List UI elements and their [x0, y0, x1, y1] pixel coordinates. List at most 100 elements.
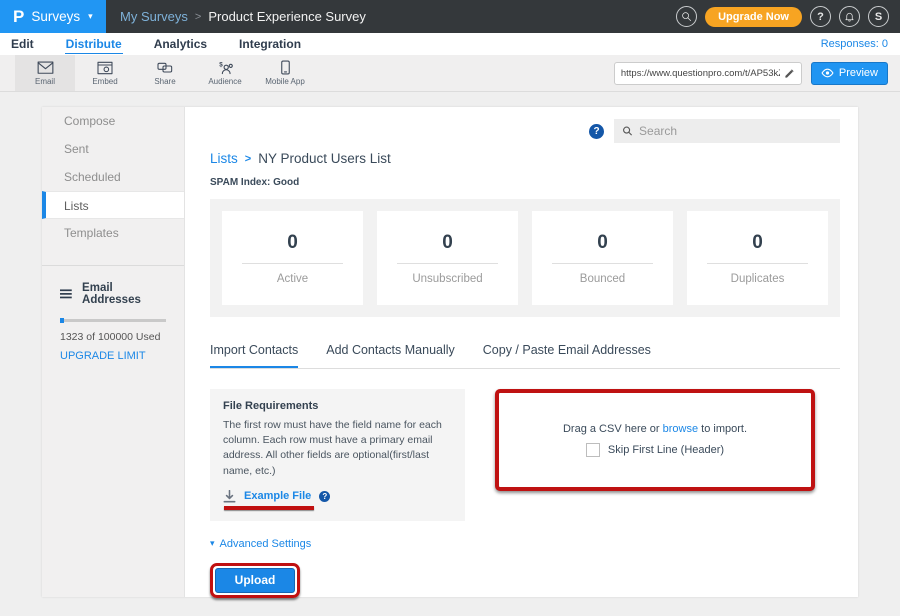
email-sidebar: Compose Sent Scheduled Lists Templates E…: [42, 107, 185, 597]
email-lists-card: Compose Sent Scheduled Lists Templates E…: [42, 107, 858, 597]
stat-label: Bounced: [580, 273, 625, 285]
dropzone-instruction: Drag a CSV here or browse to import.: [563, 423, 747, 435]
sidebar-item-lists[interactable]: Lists: [42, 191, 184, 219]
import-contacts-panel: File Requirements The first row must hav…: [210, 389, 840, 521]
survey-url-text: https://www.questionpro.com/t/AP53kZgfo: [621, 68, 780, 79]
toolbar-item-label: Email: [35, 77, 55, 86]
toolbar-item-audience[interactable]: $ Audience: [195, 55, 255, 91]
breadcrumb-lists-link[interactable]: Lists: [210, 151, 238, 166]
usage-progress-bar: [60, 319, 166, 322]
list-stats-band: 0 Active 0 Unsubscribed 0 Bounced 0: [210, 199, 840, 317]
skip-first-line-label: Skip First Line (Header): [608, 444, 724, 456]
eye-icon: [821, 68, 834, 78]
annotation-red-underline: [224, 506, 314, 510]
list-breadcrumb: Lists > NY Product Users List: [210, 151, 840, 166]
stat-divider: [397, 263, 499, 264]
search-input[interactable]: [639, 124, 832, 138]
topbar-actions: Upgrade Now ? S: [676, 6, 900, 27]
notifications-button[interactable]: [839, 6, 860, 27]
stat-card-duplicates: 0 Duplicates: [687, 211, 828, 305]
skip-first-line-checkbox[interactable]: [586, 443, 600, 457]
account-avatar[interactable]: S: [868, 6, 889, 27]
toolbar-item-label: Mobile App: [265, 77, 305, 86]
breadcrumb-my-surveys[interactable]: My Surveys: [120, 9, 188, 24]
download-icon: [223, 490, 236, 503]
app-logo-block[interactable]: P Surveys ▾: [0, 0, 106, 33]
toolbar-item-label: Embed: [92, 77, 117, 86]
email-addresses-block: Email Addresses 1323 of 100000 Used UPGR…: [42, 266, 184, 362]
stat-card-active: 0 Active: [222, 211, 363, 305]
contextual-help-icon[interactable]: ?: [589, 124, 604, 139]
example-file-row: Example File ?: [223, 490, 452, 503]
sidebar-spacer: [42, 247, 184, 265]
envelope-icon: [37, 61, 54, 75]
chevron-down-icon: ▾: [88, 11, 93, 22]
toolbar-item-embed[interactable]: Embed: [75, 55, 135, 91]
email-addresses-title: Email Addresses: [82, 282, 168, 306]
preview-button[interactable]: Preview: [811, 62, 888, 85]
stat-value: 0: [442, 232, 453, 254]
svg-text:$: $: [219, 61, 223, 68]
tab-import-contacts[interactable]: Import Contacts: [210, 343, 298, 368]
nav-tab-analytics[interactable]: Analytics: [153, 35, 208, 53]
example-help-icon[interactable]: ?: [319, 491, 330, 502]
advanced-settings-label: Advanced Settings: [220, 538, 312, 550]
survey-breadcrumb: My Surveys > Product Experience Survey: [120, 9, 366, 24]
survey-nav: Edit Distribute Analytics Integration Re…: [0, 33, 900, 55]
search-button[interactable]: [676, 6, 697, 27]
breadcrumb-current-survey: Product Experience Survey: [208, 9, 366, 24]
toolbar-item-mobile-app[interactable]: Mobile App: [255, 55, 315, 91]
stat-value: 0: [597, 232, 608, 254]
usage-progress-fill: [60, 318, 64, 323]
email-addresses-header: Email Addresses: [60, 282, 168, 306]
help-button[interactable]: ?: [810, 6, 831, 27]
lists-main-panel: ? Lists > NY Product Users List SPAM Ind…: [185, 107, 858, 597]
toolbar-item-label: Audience: [208, 77, 241, 86]
distribute-toolbar: Email Embed Share $ Audience Mobile App: [0, 55, 900, 92]
nav-tab-edit[interactable]: Edit: [10, 35, 35, 53]
sidebar-item-compose[interactable]: Compose: [42, 107, 184, 135]
tab-copy-paste-email-addresses[interactable]: Copy / Paste Email Addresses: [483, 343, 651, 368]
search-row: ?: [210, 119, 840, 143]
sidebar-item-scheduled[interactable]: Scheduled: [42, 163, 184, 191]
survey-url-field[interactable]: https://www.questionpro.com/t/AP53kZgfo: [614, 62, 802, 85]
share-bubbles-icon: [157, 61, 173, 75]
drop-text-post: to import.: [698, 423, 747, 435]
page-background: Compose Sent Scheduled Lists Templates E…: [0, 92, 900, 615]
advanced-settings-toggle[interactable]: ▾ Advanced Settings: [210, 538, 840, 550]
caret-down-icon: ▾: [210, 538, 215, 549]
stat-divider: [242, 263, 344, 264]
breadcrumb-separator: >: [195, 11, 201, 23]
upgrade-now-button[interactable]: Upgrade Now: [705, 7, 802, 27]
upgrade-limit-link[interactable]: UPGRADE LIMIT: [60, 350, 168, 362]
nav-tab-distribute[interactable]: Distribute: [65, 35, 123, 54]
stat-label: Active: [277, 273, 308, 285]
sidebar-item-templates[interactable]: Templates: [42, 219, 184, 247]
example-file-link[interactable]: Example File: [244, 490, 311, 502]
tab-add-contacts-manually[interactable]: Add Contacts Manually: [326, 343, 455, 368]
toolbar-item-email[interactable]: Email: [15, 55, 75, 91]
sidebar-item-sent[interactable]: Sent: [42, 135, 184, 163]
csv-dropzone-annotated[interactable]: Drag a CSV here or browse to import. Ski…: [495, 389, 815, 491]
preview-label: Preview: [839, 67, 878, 79]
upload-button[interactable]: Upload: [215, 568, 295, 593]
nav-tab-integration[interactable]: Integration: [238, 35, 302, 53]
file-requirements-title: File Requirements: [223, 400, 452, 412]
contacts-search-box[interactable]: [614, 119, 840, 143]
stat-value: 0: [752, 232, 763, 254]
stat-card-bounced: 0 Bounced: [532, 211, 673, 305]
responses-count[interactable]: Responses: 0: [821, 38, 890, 50]
toolbar-right: https://www.questionpro.com/t/AP53kZgfo …: [614, 55, 900, 91]
pencil-edit-icon[interactable]: [784, 68, 795, 79]
bell-icon: [844, 11, 855, 22]
list-lines-icon: [60, 288, 73, 300]
mobile-phone-icon: [280, 60, 291, 75]
annotation-red-box-upload: Upload: [210, 563, 300, 598]
browse-link[interactable]: browse: [663, 423, 698, 435]
product-switcher-label: Surveys: [31, 9, 80, 24]
spam-index-label: SPAM Index: Good: [210, 177, 840, 188]
file-requirements-box: File Requirements The first row must hav…: [210, 389, 465, 521]
breadcrumb-separator: >: [245, 153, 251, 165]
stat-divider: [707, 263, 809, 264]
toolbar-item-share[interactable]: Share: [135, 55, 195, 91]
